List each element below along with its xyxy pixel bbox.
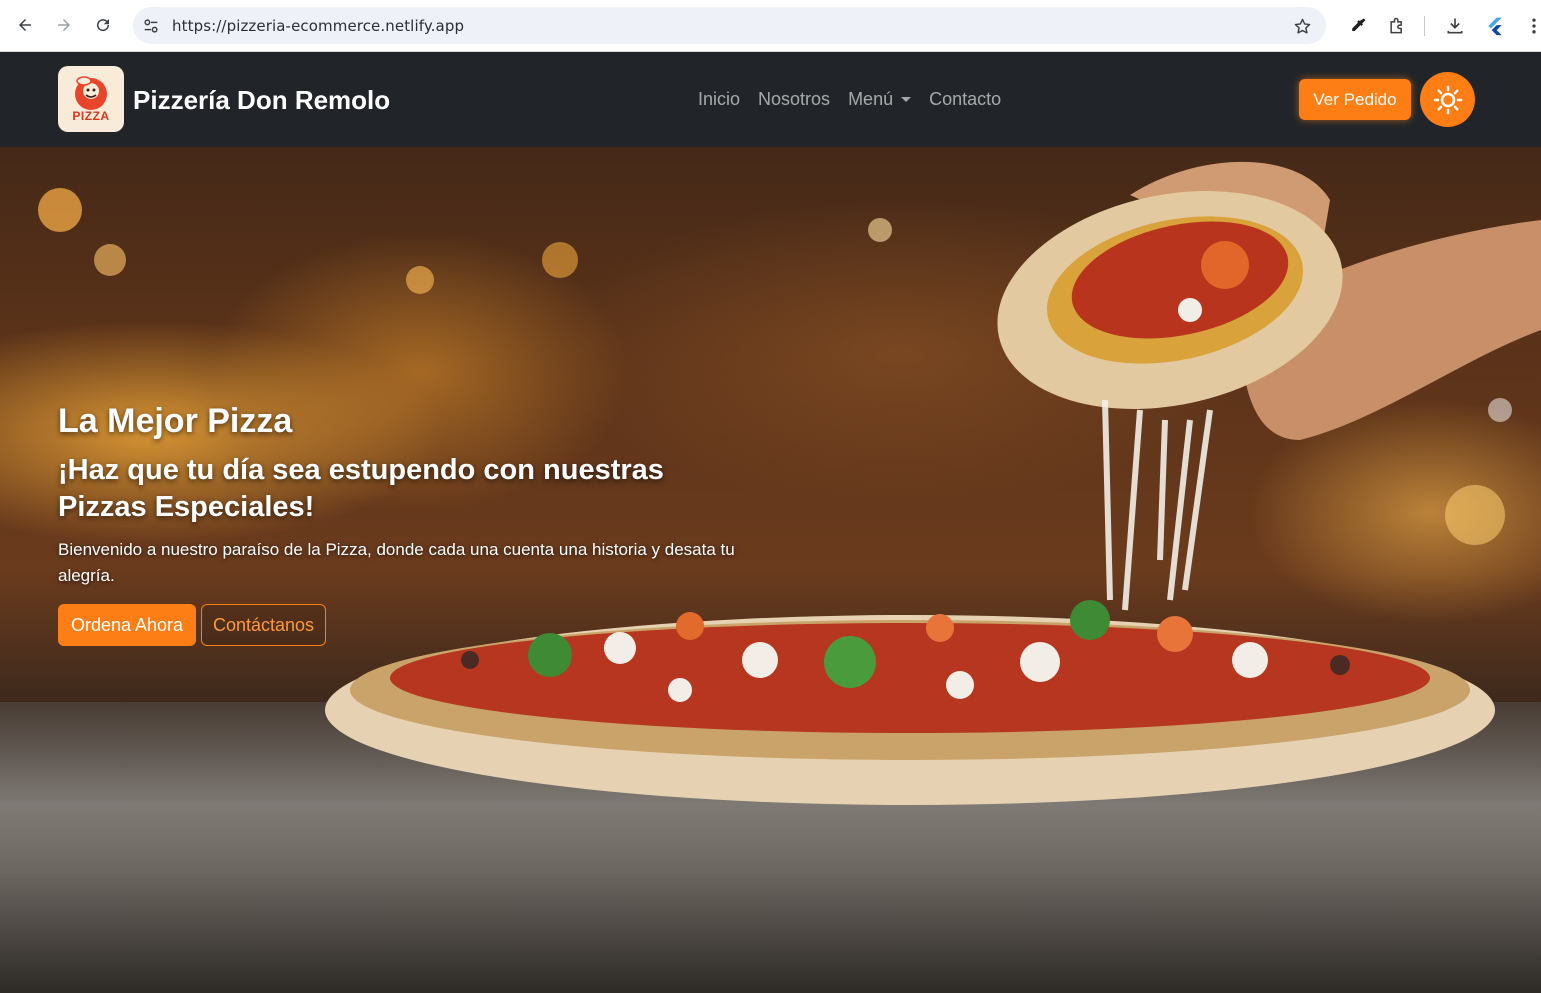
chef-logo-icon	[75, 76, 107, 110]
browser-toolbar: https://pizzeria-ecommerce.netlify.app	[0, 0, 1541, 52]
site-navbar: PIZZA Pizzería Don Remolo Inicio Nosotro…	[0, 52, 1541, 147]
extensions-icon[interactable]	[1385, 14, 1409, 38]
order-now-button[interactable]: Ordena Ahora	[58, 604, 196, 646]
toolbar-divider	[1424, 16, 1425, 36]
hero-title: La Mejor Pizza	[58, 402, 293, 440]
more-icon[interactable]	[1522, 14, 1541, 38]
sun-icon	[1433, 85, 1462, 114]
url-text[interactable]: https://pizzeria-ecommerce.netlify.app	[172, 17, 464, 35]
main-menu: Inicio Nosotros Menú Contacto	[698, 89, 1001, 110]
theme-toggle-button[interactable]	[1420, 72, 1475, 127]
view-order-button[interactable]: Ver Pedido	[1299, 79, 1411, 120]
reload-icon[interactable]	[90, 12, 116, 38]
logo[interactable]: PIZZA	[58, 66, 124, 132]
download-icon[interactable]	[1443, 14, 1467, 38]
address-bar[interactable]: https://pizzeria-ecommerce.netlify.app	[133, 7, 1326, 44]
hero-subtitle: ¡Haz que tu día sea estupendo con nuestr…	[58, 454, 664, 523]
bookmark-star-icon[interactable]	[1292, 16, 1312, 36]
nav-dropdown-label: Menú	[848, 89, 894, 109]
nav-link-nosotros[interactable]: Nosotros	[758, 89, 830, 110]
nav-link-inicio[interactable]: Inicio	[698, 89, 740, 110]
hero-description: Bienvenido a nuestro paraíso de la Pizza…	[58, 540, 735, 585]
forward-icon[interactable]	[51, 12, 77, 38]
chevron-down-icon	[901, 97, 912, 102]
nav-link-contacto[interactable]: Contacto	[929, 89, 1001, 110]
flutter-icon[interactable]	[1483, 14, 1507, 38]
nav-dropdown-menu[interactable]: Menú	[848, 89, 912, 110]
back-icon[interactable]	[12, 12, 38, 38]
contact-us-button[interactable]: Contáctanos	[201, 604, 326, 646]
eyedropper-icon[interactable]	[1346, 14, 1370, 38]
logo-text: PIZZA	[72, 109, 110, 123]
brand-name[interactable]: Pizzería Don Remolo	[133, 85, 390, 116]
site-info-icon[interactable]	[141, 16, 161, 36]
